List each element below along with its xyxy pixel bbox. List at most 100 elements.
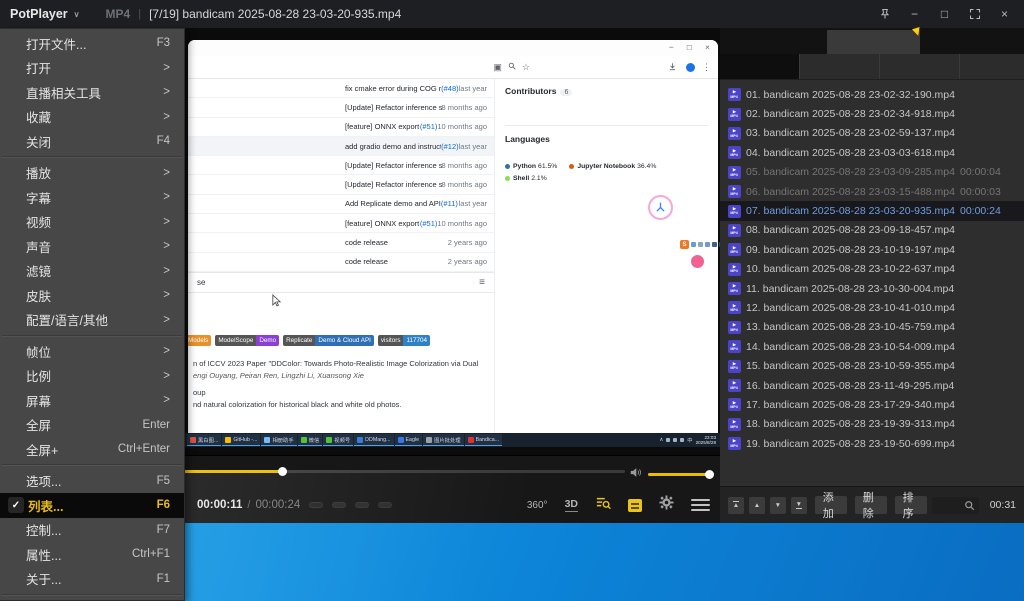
move-down-button[interactable]: ▼ — [770, 497, 786, 514]
menu-item[interactable]: ✓ 全屏 Enter — [0, 413, 184, 438]
avatar[interactable] — [505, 103, 518, 116]
3d-button[interactable]: 3D — [565, 498, 578, 512]
subtitle-panel-button[interactable] — [628, 499, 642, 512]
tool-icon[interactable] — [698, 242, 703, 247]
vr-360-button[interactable]: 360° — [527, 500, 548, 511]
playlist-item[interactable]: ▶MP4 19. bandicam 2025-08-28 23-19-50-69… — [720, 434, 1024, 453]
panel-tab[interactable] — [720, 30, 827, 54]
playlist-item[interactable]: ▶MP4 13. bandicam 2025-08-28 23-10-45-75… — [720, 318, 1024, 337]
menu-item[interactable]: ✓ 控制... F7 — [0, 518, 184, 543]
playlist-item[interactable]: ▶MP4 08. bandicam 2025-08-28 23-09-18-45… — [720, 221, 1024, 240]
album-tab[interactable] — [880, 54, 960, 79]
avatar[interactable] — [565, 103, 578, 116]
readme-badge[interactable]: Replicate Demo & Cloud API — [283, 335, 374, 346]
menu-item[interactable]: ✓ 皮肤 > — [0, 283, 184, 308]
playlist-item[interactable]: ▶MP4 16. bandicam 2025-08-28 23-11-49-29… — [720, 376, 1024, 395]
menu-item[interactable]: ✓ — [0, 591, 184, 598]
snip-tool-icon[interactable]: S — [680, 240, 689, 249]
menu-item[interactable]: ✓ 比例 > — [0, 364, 184, 389]
settings-gear-button[interactable] — [659, 495, 674, 515]
album-tab[interactable] — [800, 54, 880, 79]
codec-badge[interactable] — [332, 502, 346, 508]
pin-icon[interactable] — [877, 7, 892, 22]
delete-button[interactable]: 删除 — [855, 496, 887, 514]
commit-pr-link[interactable]: (#11) — [441, 199, 458, 208]
app-menu-button[interactable]: PotPlayer ∨ — [10, 7, 80, 21]
playlist-item[interactable]: ▶MP4 02. bandicam 2025-08-28 23-02-34-91… — [720, 104, 1024, 123]
sort-button[interactable]: 排序 — [895, 496, 927, 514]
commit-pr-link[interactable]: (#51) — [420, 122, 438, 131]
commit-pr-link[interactable]: (#51) — [420, 219, 438, 228]
readme-badge[interactable]: Models — [188, 335, 211, 346]
panel-tab[interactable] — [827, 30, 920, 54]
playlist-item[interactable]: ▶MP4 01. bandicam 2025-08-28 23-02-32-19… — [720, 85, 1024, 104]
volume-slider[interactable] — [648, 473, 714, 476]
codec-badge[interactable] — [355, 502, 369, 508]
menu-item[interactable]: ✓ 全屏+ Ctrl+Enter — [0, 437, 184, 462]
playlist-item[interactable]: ▶MP4 14. bandicam 2025-08-28 23-10-54-00… — [720, 337, 1024, 356]
speaker-icon[interactable] — [629, 465, 642, 483]
add-button[interactable]: 添加 — [815, 496, 847, 514]
menu-item[interactable]: ✓ 直播相关工具 > — [0, 80, 184, 105]
menu-item[interactable]: ✓ 播放 > — [0, 161, 184, 186]
avatar[interactable] — [585, 103, 598, 116]
playlist-item[interactable]: ▶MP4 07. bandicam 2025-08-28 23-03-20-93… — [720, 201, 1024, 220]
playlist-item[interactable]: ▶MP4 06. bandicam 2025-08-28 23-03-15-48… — [720, 182, 1024, 201]
close-button[interactable]: × — [997, 7, 1012, 22]
move-top-button[interactable]: ▲ — [728, 497, 744, 514]
playlist-item[interactable]: ▶MP4 18. bandicam 2025-08-28 23-19-39-31… — [720, 415, 1024, 434]
seek-knob[interactable] — [278, 467, 287, 476]
tool-icon[interactable] — [691, 242, 696, 247]
video-area[interactable]: − □ × ▣ ☆ — [185, 28, 720, 455]
menu-item[interactable]: ✓ 列表... F6 — [0, 493, 184, 518]
chevron-down-icon: ∨ — [74, 10, 80, 19]
menu-item[interactable]: ✓ 属性... Ctrl+F1 — [0, 542, 184, 567]
search-list-button[interactable] — [595, 496, 611, 515]
playlist-item[interactable]: ▶MP4 10. bandicam 2025-08-28 23-10-22-63… — [720, 260, 1024, 279]
menu-item[interactable]: ✓ 屏幕 > — [0, 388, 184, 413]
fullscreen-button[interactable] — [967, 7, 982, 22]
playlist-item[interactable]: ▶MP4 03. bandicam 2025-08-28 23-02-59-13… — [720, 124, 1024, 143]
menu-item[interactable]: ✓ 字幕 > — [0, 185, 184, 210]
commit-pr-link[interactable]: (#48) — [441, 84, 459, 93]
avatar[interactable] — [605, 103, 618, 116]
move-up-button[interactable]: ▲ — [749, 497, 765, 514]
playlist-item[interactable]: ▶MP4 11. bandicam 2025-08-28 23-10-30-00… — [720, 279, 1024, 298]
playlist-item[interactable]: ▶MP4 12. bandicam 2025-08-28 23-10-41-01… — [720, 298, 1024, 317]
maximize-button[interactable]: □ — [937, 7, 952, 22]
menu-item[interactable]: ✓ 关闭 F4 — [0, 129, 184, 154]
menu-item[interactable]: ✓ 打开 > — [0, 56, 184, 81]
menu-item[interactable]: ✓ — [0, 462, 184, 469]
avatar[interactable] — [545, 103, 558, 116]
menu-item[interactable]: ✓ — [0, 154, 184, 161]
menu-hamburger-button[interactable] — [691, 499, 710, 511]
playlist-item[interactable]: ▶MP4 15. bandicam 2025-08-28 23-10-59-35… — [720, 356, 1024, 375]
commit-pr-link[interactable]: (#12) — [441, 142, 459, 151]
playlist-item[interactable]: ▶MP4 04. bandicam 2025-08-28 23-03-03-61… — [720, 143, 1024, 162]
codec-badge[interactable] — [378, 502, 392, 508]
readme-badge[interactable]: visitors 117704 — [378, 335, 430, 346]
album-tab[interactable] — [720, 54, 800, 79]
readme-badge[interactable]: ModelScope Demo — [215, 335, 279, 346]
volume-knob[interactable] — [705, 470, 714, 479]
playlist-item[interactable]: ▶MP4 09. bandicam 2025-08-28 23-10-19-19… — [720, 240, 1024, 259]
menu-item[interactable]: ✓ 关于... F1 — [0, 567, 184, 592]
menu-item[interactable]: ✓ 选项... F5 — [0, 469, 184, 494]
menu-item[interactable]: ✓ 滤镜 > — [0, 259, 184, 284]
menu-item[interactable]: ✓ — [0, 332, 184, 339]
tool-icon[interactable] — [712, 242, 717, 247]
tool-icon[interactable] — [705, 242, 710, 247]
menu-item[interactable]: ✓ 声音 > — [0, 234, 184, 259]
menu-item[interactable]: ✓ 打开文件... F3 — [0, 31, 184, 56]
playlist-item[interactable]: ▶MP4 17. bandicam 2025-08-28 23-17-29-34… — [720, 395, 1024, 414]
menu-item[interactable]: ✓ 收藏 > — [0, 105, 184, 130]
playlist-item[interactable]: ▶MP4 05. bandicam 2025-08-28 23-03-09-28… — [720, 163, 1024, 182]
menu-item[interactable]: ✓ 配置/语言/其他 > — [0, 308, 184, 333]
codec-badge[interactable] — [309, 502, 323, 508]
menu-item[interactable]: ✓ 视频 > — [0, 210, 184, 235]
avatar[interactable] — [525, 103, 538, 116]
menu-item[interactable]: ✓ 帧位 > — [0, 339, 184, 364]
move-bottom-button[interactable]: ▼ — [791, 497, 807, 514]
minimize-button[interactable]: − — [907, 7, 922, 22]
playlist-search-input[interactable] — [932, 497, 979, 514]
